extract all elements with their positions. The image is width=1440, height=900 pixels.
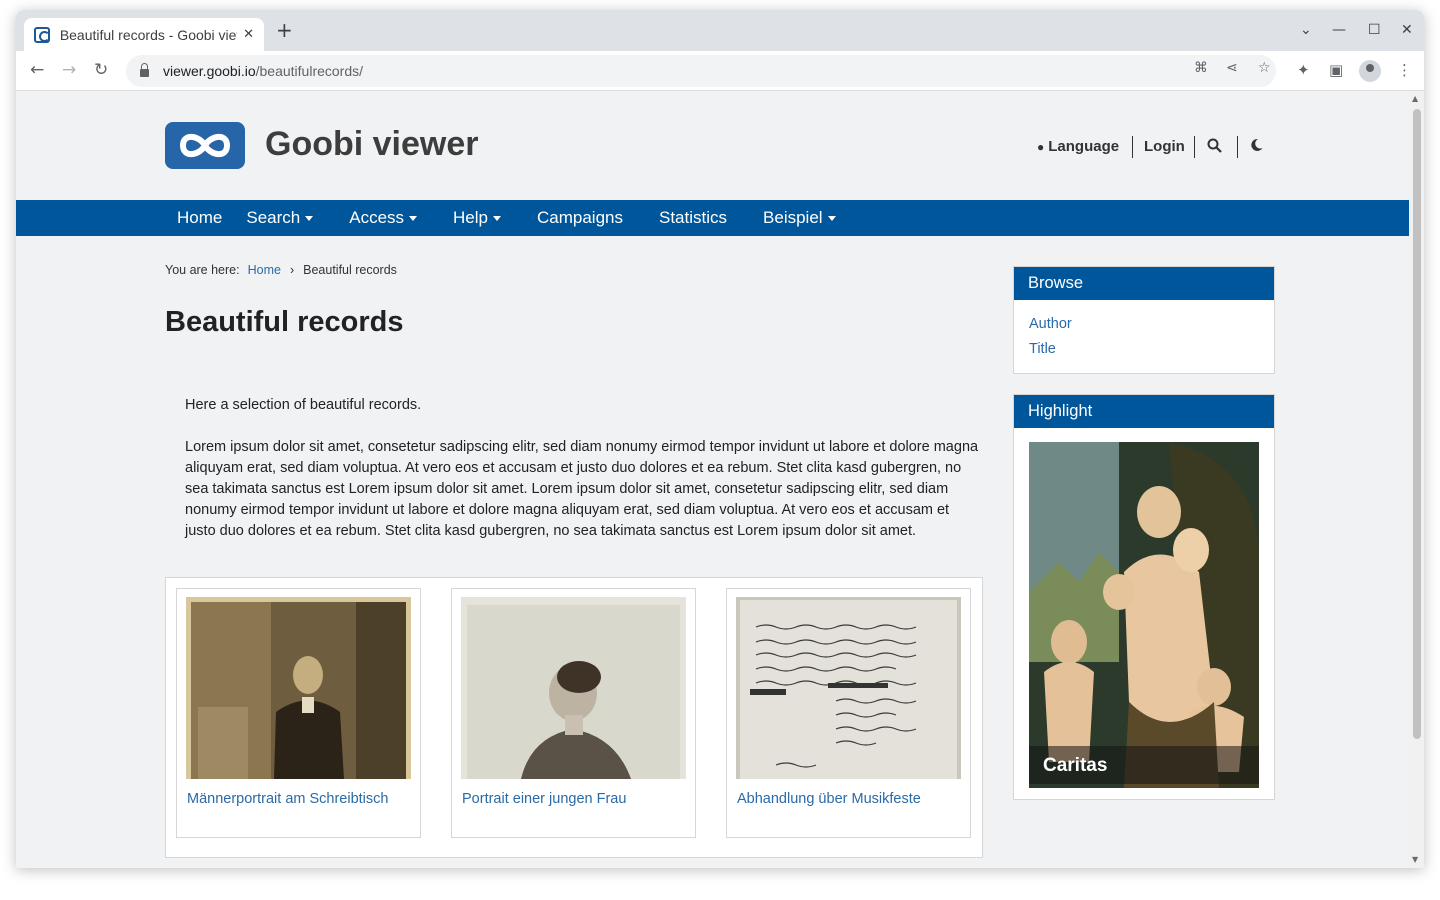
browser-toolbar: ← → ↻ viewer.goobi.io/beautifulrecords/ … bbox=[16, 51, 1424, 91]
browse-heading: Browse bbox=[1014, 267, 1274, 300]
extensions-icon[interactable]: ✦ bbox=[1297, 61, 1310, 79]
language-label: Language bbox=[1048, 138, 1120, 155]
menu-kebab-icon[interactable]: ⋮ bbox=[1397, 61, 1412, 79]
records-gallery: Männerportrait am Schreibtisch Portrait … bbox=[165, 577, 983, 858]
record-thumbnail[interactable] bbox=[461, 597, 686, 779]
nav-item-search[interactable]: Search bbox=[234, 208, 314, 228]
login-link[interactable]: Login bbox=[1144, 138, 1185, 155]
header-divider bbox=[1194, 136, 1195, 158]
record-title-link[interactable]: Abhandlung über Musikfeste bbox=[737, 791, 921, 807]
highlight-image[interactable]: Caritas bbox=[1029, 442, 1259, 788]
browser-window: Beautiful records - Goobi viewer ✕ + ⌄ —… bbox=[16, 10, 1424, 868]
reload-icon[interactable]: ↻ bbox=[94, 60, 108, 80]
infinity-logo-icon bbox=[179, 133, 231, 158]
address-bar[interactable]: viewer.goobi.io/beautifulrecords/ bbox=[126, 55, 1276, 87]
browse-link-author-row: Author bbox=[1014, 313, 1274, 332]
close-window-button[interactable]: ✕ bbox=[1401, 22, 1413, 38]
record-thumbnail[interactable] bbox=[186, 597, 411, 779]
breadcrumb-current: Beautiful records bbox=[303, 263, 397, 277]
browser-tab[interactable]: Beautiful records - Goobi viewer ✕ bbox=[24, 18, 264, 51]
header-divider bbox=[1237, 136, 1238, 158]
dark-mode-moon-icon[interactable] bbox=[1250, 138, 1263, 152]
globe-icon: ● bbox=[1037, 139, 1045, 154]
tab-strip: Beautiful records - Goobi viewer ✕ + ⌄ —… bbox=[16, 10, 1424, 51]
breadcrumb: You are here: Home › Beautiful records bbox=[165, 263, 397, 277]
browse-link-title-row: Title bbox=[1014, 338, 1274, 357]
record-thumbnail[interactable] bbox=[736, 597, 961, 779]
goobi-favicon-icon bbox=[34, 26, 50, 43]
translate-icon[interactable]: ⌘ bbox=[1194, 60, 1208, 76]
caret-down-icon bbox=[409, 215, 418, 221]
tab-title: Beautiful records - Goobi viewer bbox=[59, 26, 237, 43]
side-panel-icon[interactable]: ▣ bbox=[1329, 61, 1343, 79]
page-title: Beautiful records bbox=[165, 306, 404, 338]
browse-link-author[interactable]: Author bbox=[1029, 316, 1072, 332]
new-tab-button[interactable]: + bbox=[276, 20, 293, 40]
page-scrollbar[interactable]: ▲ ▼ bbox=[1409, 91, 1424, 868]
nav-item-access[interactable]: Access bbox=[337, 208, 418, 228]
breadcrumb-home-link[interactable]: Home bbox=[248, 263, 281, 277]
highlight-caption[interactable]: Caritas bbox=[1029, 746, 1259, 784]
lock-icon bbox=[140, 63, 149, 77]
back-arrow-icon[interactable]: ← bbox=[30, 60, 44, 80]
record-title-link[interactable]: Männerportrait am Schreibtisch bbox=[187, 791, 388, 807]
profile-avatar[interactable] bbox=[1359, 60, 1381, 82]
nav-item-home[interactable]: Home bbox=[165, 208, 222, 228]
search-icon[interactable] bbox=[1207, 138, 1222, 153]
web-page: Goobi viewer ● Language Login Home Searc… bbox=[16, 91, 1409, 868]
scroll-up-arrow-icon[interactable]: ▲ bbox=[1412, 94, 1418, 103]
caret-down-icon bbox=[305, 215, 314, 221]
scroll-down-arrow-icon[interactable]: ▼ bbox=[1412, 855, 1418, 864]
browse-widget: Browse Author Title bbox=[1013, 266, 1275, 374]
record-title-link[interactable]: Portrait einer jungen Frau bbox=[462, 791, 626, 807]
record-card[interactable]: Portrait einer jungen Frau bbox=[451, 588, 696, 838]
nav-item-statistics[interactable]: Statistics bbox=[647, 208, 727, 228]
highlight-heading: Highlight bbox=[1014, 395, 1274, 428]
forward-arrow-icon[interactable]: → bbox=[62, 60, 76, 80]
minimize-button[interactable]: — bbox=[1332, 22, 1346, 38]
body-text: Lorem ipsum dolor sit amet, consetetur s… bbox=[185, 439, 979, 539]
caret-down-icon bbox=[827, 215, 836, 221]
url-text: viewer.goobi.io/beautifulrecords/ bbox=[163, 63, 364, 79]
scrollbar-thumb[interactable] bbox=[1413, 109, 1421, 739]
main-navigation: Home Search Access Help Campaigns Statis… bbox=[16, 200, 1409, 236]
nav-item-campaigns[interactable]: Campaigns bbox=[525, 208, 623, 228]
header-divider bbox=[1132, 136, 1133, 158]
maximize-button[interactable]: ☐ bbox=[1368, 22, 1381, 38]
record-card[interactable]: Abhandlung über Musikfeste bbox=[726, 588, 971, 838]
nav-item-help[interactable]: Help bbox=[441, 208, 501, 228]
highlight-widget: Highlight Caritas bbox=[1013, 394, 1275, 800]
site-title[interactable]: Goobi viewer bbox=[265, 125, 479, 164]
breadcrumb-prefix: You are here: bbox=[165, 263, 240, 277]
bookmark-star-icon[interactable]: ☆ bbox=[1258, 60, 1271, 76]
breadcrumb-separator: › bbox=[289, 263, 295, 277]
nav-item-beispiel[interactable]: Beispiel bbox=[751, 208, 836, 228]
goobi-logo[interactable] bbox=[165, 122, 245, 169]
intro-text: Here a selection of beautiful records. bbox=[185, 397, 422, 413]
caret-down-icon bbox=[493, 215, 501, 221]
tab-close-icon[interactable]: ✕ bbox=[243, 27, 254, 42]
tab-search-icon[interactable]: ⌄ bbox=[1300, 22, 1312, 38]
browse-link-title[interactable]: Title bbox=[1029, 341, 1056, 357]
share-icon[interactable]: ⋖ bbox=[1226, 60, 1238, 76]
site-header: Goobi viewer ● Language Login bbox=[16, 91, 1409, 200]
language-menu[interactable]: ● Language bbox=[1037, 138, 1119, 155]
record-card[interactable]: Männerportrait am Schreibtisch bbox=[176, 588, 421, 838]
